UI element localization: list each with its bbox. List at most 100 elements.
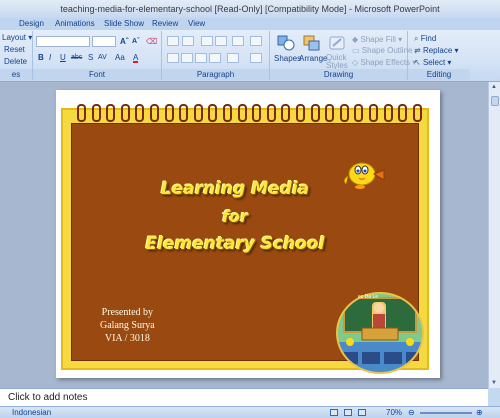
binder-ring (266, 104, 276, 122)
notepad-frame: Learning Media for Elementary School Pre… (61, 104, 429, 374)
find-button[interactable]: ⌕ Find (414, 34, 436, 44)
quick-styles-button[interactable]: Quick Styles (326, 54, 348, 70)
status-bar: Indonesian 70% ⊖ ⊕ (0, 406, 500, 418)
group-drawing: Shapes Arrange Quick Styles ◆ Shape Fill… (270, 31, 419, 80)
notes-pane[interactable]: Click to add notes (0, 388, 488, 406)
binder-ring (91, 104, 101, 122)
zoom-level[interactable]: 70% (386, 407, 402, 418)
smartart-icon[interactable] (250, 53, 262, 63)
tab-slide-show[interactable]: Slide Show (104, 18, 144, 30)
shapes-button[interactable]: Shapes (274, 54, 301, 64)
binder-ring (412, 104, 422, 122)
tab-view[interactable]: View (188, 18, 205, 30)
binder-ring (325, 104, 335, 122)
binder-ring (223, 104, 232, 122)
group-label-slides: es (0, 69, 32, 80)
scroll-thumb[interactable] (491, 96, 499, 106)
delete-button[interactable]: Delete (4, 57, 27, 67)
shape-fill-button[interactable]: ◆ Shape Fill ▾ (352, 35, 402, 45)
slide-canvas: Learning Media for Elementary School Pre… (0, 82, 488, 388)
binder-ring (164, 104, 174, 122)
text-direction-icon[interactable] (250, 36, 262, 46)
binder-ring (208, 104, 218, 122)
author-name: Galang Surya (100, 320, 155, 331)
tab-review[interactable]: Review (152, 18, 178, 30)
classroom-image: ec Da Le (336, 292, 424, 374)
slide-title-line-2[interactable]: for (62, 207, 408, 226)
tab-animations[interactable]: Animations (55, 18, 95, 30)
binder-ring (310, 104, 320, 122)
binder-ring (296, 104, 305, 122)
shapes-icon[interactable] (276, 34, 296, 52)
tab-design[interactable]: Design (19, 18, 44, 30)
slide-sorter-icon[interactable] (344, 409, 352, 416)
scroll-down-icon[interactable]: ▼ (491, 380, 497, 386)
vertical-scrollbar[interactable]: ▲ ▼ (488, 82, 500, 388)
replace-button[interactable]: ⇄ Replace ▾ (414, 46, 459, 56)
font-name-input[interactable] (36, 36, 90, 47)
binder-ring (252, 104, 262, 122)
binder-ring (150, 104, 159, 122)
binder-ring (179, 104, 189, 122)
slide-title-line-3[interactable]: Elementary School (62, 234, 408, 254)
binder-ring (193, 104, 203, 122)
group-paragraph: Paragraph (162, 31, 270, 80)
select-button[interactable]: ↖ Select ▾ (414, 58, 451, 68)
font-size-input[interactable] (92, 36, 116, 47)
columns-icon[interactable] (227, 53, 239, 63)
bullets-icon[interactable] (167, 36, 179, 46)
decrease-indent-icon[interactable] (201, 36, 213, 46)
normal-view-icon[interactable] (330, 409, 338, 416)
language-status[interactable]: Indonesian (12, 407, 51, 418)
zoom-slider[interactable] (420, 412, 472, 414)
reset-button[interactable]: Reset (4, 45, 25, 55)
binder-ring (106, 104, 116, 122)
replace-icon: ⇄ (414, 46, 421, 55)
strikethrough-button[interactable]: abc (71, 53, 82, 63)
board-text: ec Da Le (358, 294, 378, 300)
character-spacing-button[interactable]: AV (98, 53, 107, 63)
align-center-icon[interactable] (181, 53, 193, 63)
binder-ring (339, 104, 349, 122)
arrange-button[interactable]: Arrange (299, 54, 327, 64)
group-slides: Layout ▾ Reset Delete es (0, 31, 33, 80)
increase-indent-icon[interactable] (215, 36, 227, 46)
binder-ring (135, 104, 145, 122)
presenter-block[interactable]: Presented by Galang Surya VIA / 3018 (100, 306, 155, 345)
window-title: teaching-media-for-elementary-school [Re… (0, 0, 500, 18)
quick-styles-icon[interactable] (327, 34, 347, 52)
ribbon-tabs: Design Animations Slide Show Review View (0, 18, 500, 30)
binder-ring (369, 104, 378, 122)
numbering-icon[interactable] (182, 36, 194, 46)
font-color-button[interactable]: A (133, 53, 139, 63)
underline-button[interactable]: U (60, 53, 66, 63)
shadow-button[interactable]: S (88, 53, 93, 63)
clear-format-icon[interactable]: ⌫ (146, 37, 157, 47)
group-editing: ⌕ Find ⇄ Replace ▾ ↖ Select ▾ Editing (408, 31, 470, 80)
binder-ring (354, 104, 364, 122)
ribbon: Layout ▾ Reset Delete es Aˆ Aˇ ⌫ B I U a… (0, 30, 500, 82)
bold-button[interactable]: B (38, 53, 44, 63)
scroll-up-icon[interactable]: ▲ (491, 84, 497, 90)
align-left-icon[interactable] (167, 53, 179, 63)
layout-button[interactable]: Layout ▾ (2, 33, 32, 43)
slide-show-icon[interactable] (358, 409, 366, 416)
align-right-icon[interactable] (195, 53, 207, 63)
select-icon: ↖ (414, 58, 421, 67)
italic-button[interactable]: I (49, 53, 51, 63)
justify-icon[interactable] (209, 53, 221, 63)
shape-effects-button[interactable]: ◇ Shape Effects ▾ (352, 58, 416, 68)
change-case-button[interactable]: Aa (115, 53, 125, 63)
line-spacing-icon[interactable] (232, 36, 244, 46)
arrange-icon[interactable] (302, 34, 322, 52)
group-font: Aˆ Aˇ ⌫ B I U abc S AV Aa A Font (33, 31, 162, 80)
zoom-out-icon[interactable]: ⊖ (408, 407, 415, 418)
slide[interactable]: Learning Media for Elementary School Pre… (56, 90, 440, 378)
group-label-editing: Editing (408, 69, 470, 80)
group-label-paragraph: Paragraph (162, 69, 269, 80)
zoom-in-icon[interactable]: ⊕ (476, 407, 483, 418)
binder-ring (383, 104, 393, 122)
shrink-font-button[interactable]: Aˇ (132, 37, 139, 47)
class-label: VIA / 3018 (104, 333, 150, 344)
grow-font-button[interactable]: Aˆ (120, 37, 128, 47)
